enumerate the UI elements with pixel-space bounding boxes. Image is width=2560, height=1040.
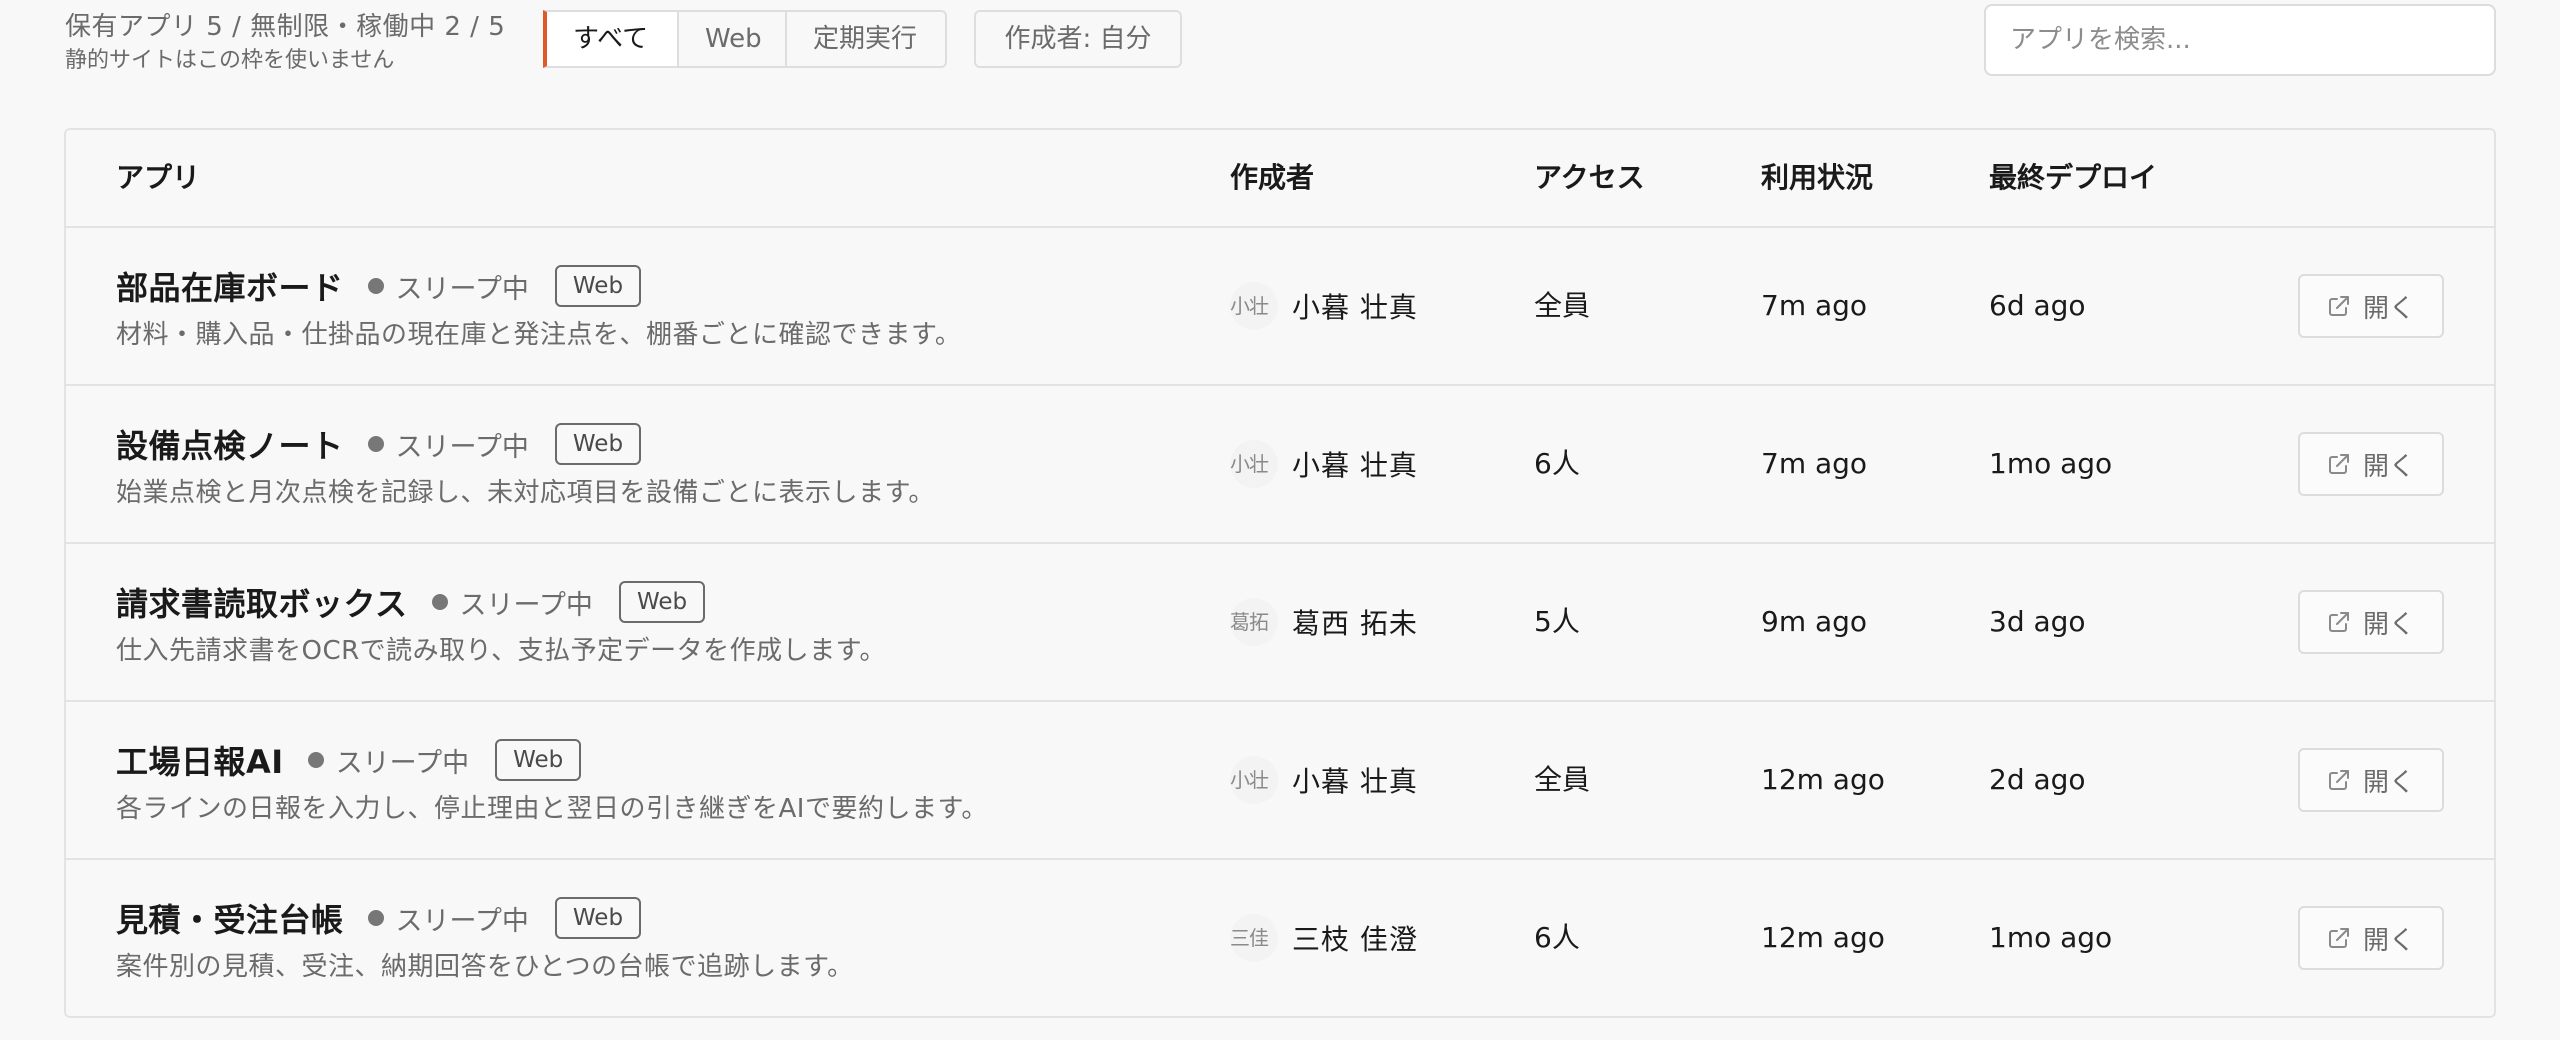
avatar: 小壮 [1230,440,1278,488]
last-deploy-cell: 1mo ago [1989,921,2113,954]
usage-cell: 7m ago [1761,447,1868,480]
column-header-last-deploy: 最終デプロイ [1989,161,2158,194]
app-name[interactable]: 見積・受注台帳 [116,895,344,941]
last-deploy-cell: 6d ago [1989,289,2086,322]
creator-name: 小暮 壮真 [1292,291,1418,324]
app-type-badge: Web [554,897,642,939]
status-label: スリープ中 [335,747,470,779]
app-type-badge: Web [495,739,582,781]
creator-cell: 三佳 三枝 佳澄 [1230,908,1418,968]
app-name[interactable]: 請求書読取ボックス [116,579,408,625]
creator-name: 小暮 壮真 [1292,765,1418,798]
external-link-icon [2328,770,2349,790]
creator-cell: 小壮 小暮 壮真 [1230,276,1418,336]
column-header-creator: 作成者 [1230,161,1315,194]
table-row[interactable]: 部品在庫ボード スリープ中 Web 材料・購入品・仕掛品の現在庫と発注点を、棚番… [66,228,2494,386]
open-app-button[interactable]: 開く [2298,274,2444,338]
external-link-icon [2328,612,2349,632]
app-name[interactable]: 部品在庫ボード [116,263,344,309]
open-app-button[interactable]: 開く [2298,748,2444,812]
usage-cell: 9m ago [1761,605,1868,638]
type-filter-tabs: すべて Web 定期実行 [543,10,947,68]
open-app-button[interactable]: 開く [2298,906,2444,970]
last-deploy-cell: 1mo ago [1989,447,2113,480]
access-cell: 5人 [1534,605,1580,638]
app-description: 仕入先請求書をOCRで読み取り、支払予定データを作成します。 [116,636,887,666]
usage-cell: 12m ago [1761,921,1885,954]
table-row[interactable]: 工場日報AI スリープ中 Web 各ラインの日報を入力し、停止理由と翌日の引き継… [66,702,2494,860]
quota-note: 静的サイトはこの枠を使いません [65,48,395,73]
quota-summary: 保有アプリ 5 / 無制限・稼働中 2 / 5 静的サイトはこの枠を使いません [65,10,505,76]
creator-name: 葛西 拓未 [1292,607,1418,640]
apps-table: アプリ 作成者 アクセス 利用状況 最終デプロイ 部品在庫ボード スリープ中 W… [64,128,2496,1018]
external-link-icon [2328,296,2349,316]
table-header: アプリ 作成者 アクセス 利用状況 最終デプロイ [66,130,2494,228]
table-body: 部品在庫ボード スリープ中 Web 材料・購入品・仕掛品の現在庫と発注点を、棚番… [66,228,2494,1016]
creator-cell: 小壮 小暮 壮真 [1230,434,1418,494]
open-app-button[interactable]: 開く [2298,590,2444,654]
status-indicator: スリープ中 [367,899,529,938]
open-button-label: 開く [2362,925,2415,956]
status-dot-icon [367,436,384,452]
column-header-usage: 利用状況 [1761,161,1874,194]
app-type-badge: Web [554,423,642,465]
last-deploy-cell: 3d ago [1989,605,2086,638]
avatar: 三佳 [1230,914,1278,962]
open-app-button[interactable]: 開く [2298,432,2444,496]
status-dot-icon [367,910,384,926]
quota-line: 保有アプリ 5 / 無制限・稼働中 2 / 5 [65,12,506,42]
search-input[interactable] [1984,4,2496,76]
status-dot-icon [431,594,448,610]
app-name[interactable]: 設備点検ノート [116,421,344,467]
status-dot-icon [367,278,384,294]
creator-name: 小暮 壮真 [1292,449,1418,482]
app-type-badge: Web [554,265,642,307]
open-button-label: 開く [2362,451,2415,482]
app-description: 各ラインの日報を入力し、停止理由と翌日の引き継ぎをAIで要約します。 [116,794,988,824]
status-indicator: スリープ中 [367,425,529,464]
creator-cell: 小壮 小暮 壮真 [1230,750,1418,810]
status-dot-icon [307,752,324,768]
access-cell: 6人 [1534,447,1580,480]
access-cell: 6人 [1534,921,1580,954]
open-button-label: 開く [2362,609,2415,640]
access-cell: 全員 [1534,763,1591,796]
status-label: スリープ中 [395,273,529,305]
status-indicator: スリープ中 [431,583,593,622]
column-header-access: アクセス [1534,161,1645,194]
status-label: スリープ中 [395,431,529,463]
tab-all[interactable]: すべて [547,12,677,66]
table-row[interactable]: 見積・受注台帳 スリープ中 Web 案件別の見積、受注、納期回答をひとつの台帳で… [66,860,2494,1016]
avatar: 葛拓 [1230,598,1278,646]
avatar: 小壮 [1230,282,1278,330]
creator-cell: 葛拓 葛西 拓未 [1230,592,1418,652]
creator-name: 三枝 佳澄 [1292,923,1418,956]
external-link-icon [2328,454,2349,474]
avatar: 小壮 [1230,756,1278,804]
table-row[interactable]: 設備点検ノート スリープ中 Web 始業点検と月次点検を記録し、未対応項目を設備… [66,386,2494,544]
usage-cell: 7m ago [1761,289,1868,322]
creator-filter-button[interactable]: 作成者: 自分 [974,10,1182,68]
tab-web[interactable]: Web [677,12,785,66]
last-deploy-cell: 2d ago [1989,763,2086,796]
tab-scheduled[interactable]: 定期実行 [785,12,945,66]
status-label: スリープ中 [395,905,529,937]
status-indicator: スリープ中 [307,741,470,780]
external-link-icon [2328,928,2349,948]
app-type-badge: Web [618,581,706,623]
access-cell: 全員 [1534,289,1591,322]
table-row[interactable]: 請求書読取ボックス スリープ中 Web 仕入先請求書をOCRで読み取り、支払予定… [66,544,2494,702]
open-button-label: 開く [2362,767,2415,798]
status-label: スリープ中 [459,589,593,621]
app-description: 材料・購入品・仕掛品の現在庫と発注点を、棚番ごとに確認できます。 [116,320,962,350]
app-description: 始業点検と月次点検を記録し、未対応項目を設備ごとに表示します。 [116,478,935,508]
status-indicator: スリープ中 [367,267,529,306]
app-description: 案件別の見積、受注、納期回答をひとつの台帳で追跡します。 [116,952,854,982]
app-name[interactable]: 工場日報AI [116,737,284,783]
column-header-app: アプリ [116,161,201,194]
usage-cell: 12m ago [1761,763,1885,796]
open-button-label: 開く [2362,293,2415,324]
